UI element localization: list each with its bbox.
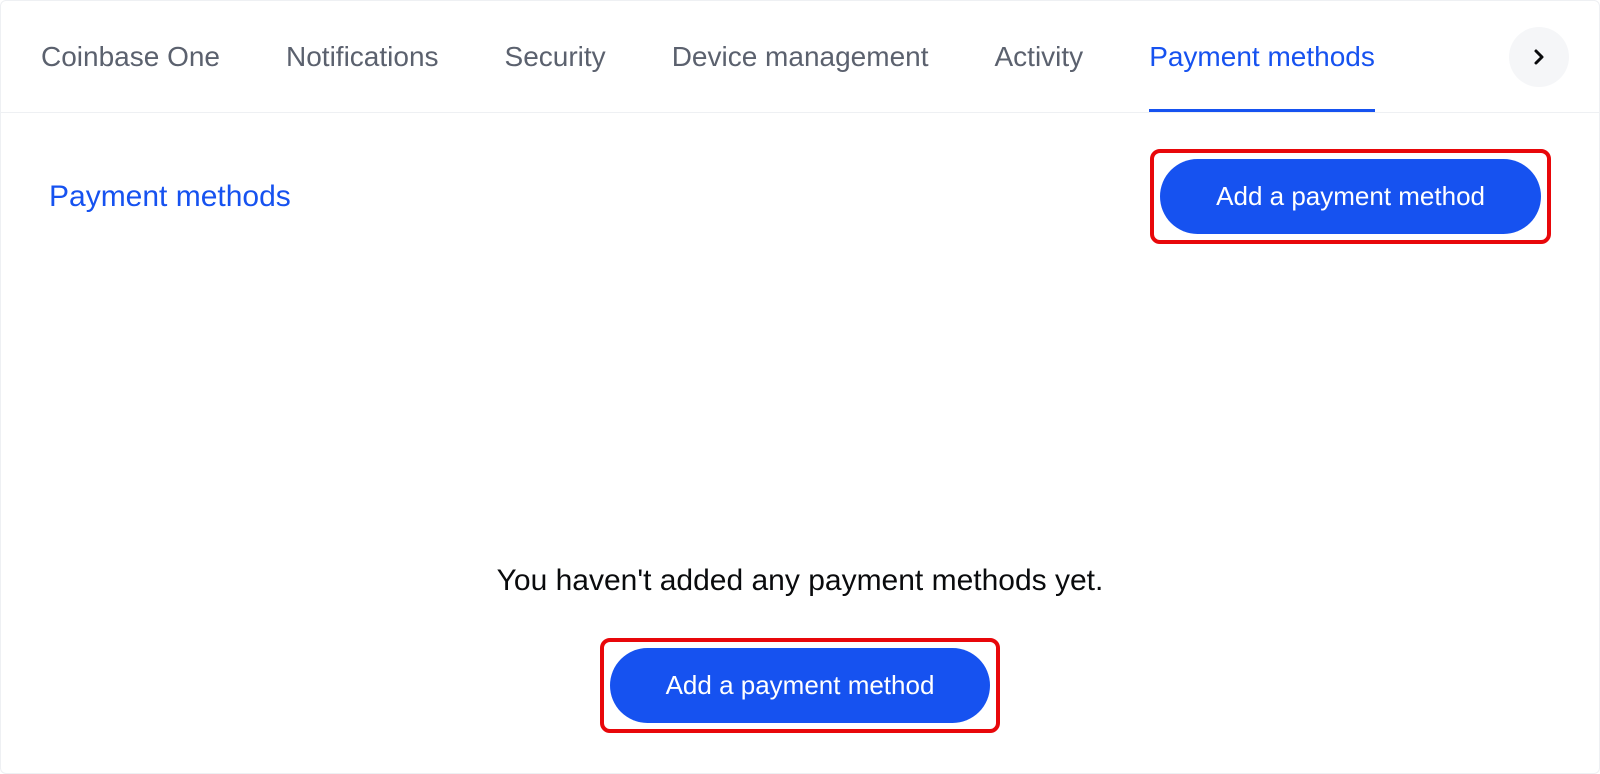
- tab-activity[interactable]: Activity: [995, 1, 1084, 112]
- tab-device-management[interactable]: Device management: [672, 1, 929, 112]
- add-payment-method-button-center[interactable]: Add a payment method: [610, 648, 991, 723]
- settings-panel: Coinbase One Notifications Security Devi…: [0, 0, 1600, 774]
- empty-state-message: You haven't added any payment methods ye…: [1, 564, 1599, 598]
- section-title: Payment methods: [49, 180, 291, 214]
- tab-coinbase-one[interactable]: Coinbase One: [41, 1, 220, 112]
- settings-tab-bar: Coinbase One Notifications Security Devi…: [1, 1, 1599, 113]
- tab-payment-methods[interactable]: Payment methods: [1149, 1, 1375, 112]
- tab-notifications[interactable]: Notifications: [286, 1, 439, 112]
- highlight-annotation-center: Add a payment method: [600, 638, 1001, 733]
- highlight-annotation-top: Add a payment method: [1150, 149, 1551, 244]
- empty-state: You haven't added any payment methods ye…: [1, 244, 1599, 733]
- tab-scroll-right-button[interactable]: [1509, 27, 1569, 87]
- chevron-right-icon: [1527, 45, 1551, 69]
- add-payment-method-button-top[interactable]: Add a payment method: [1160, 159, 1541, 234]
- content-header: Payment methods Add a payment method: [1, 113, 1599, 244]
- tab-security[interactable]: Security: [505, 1, 606, 112]
